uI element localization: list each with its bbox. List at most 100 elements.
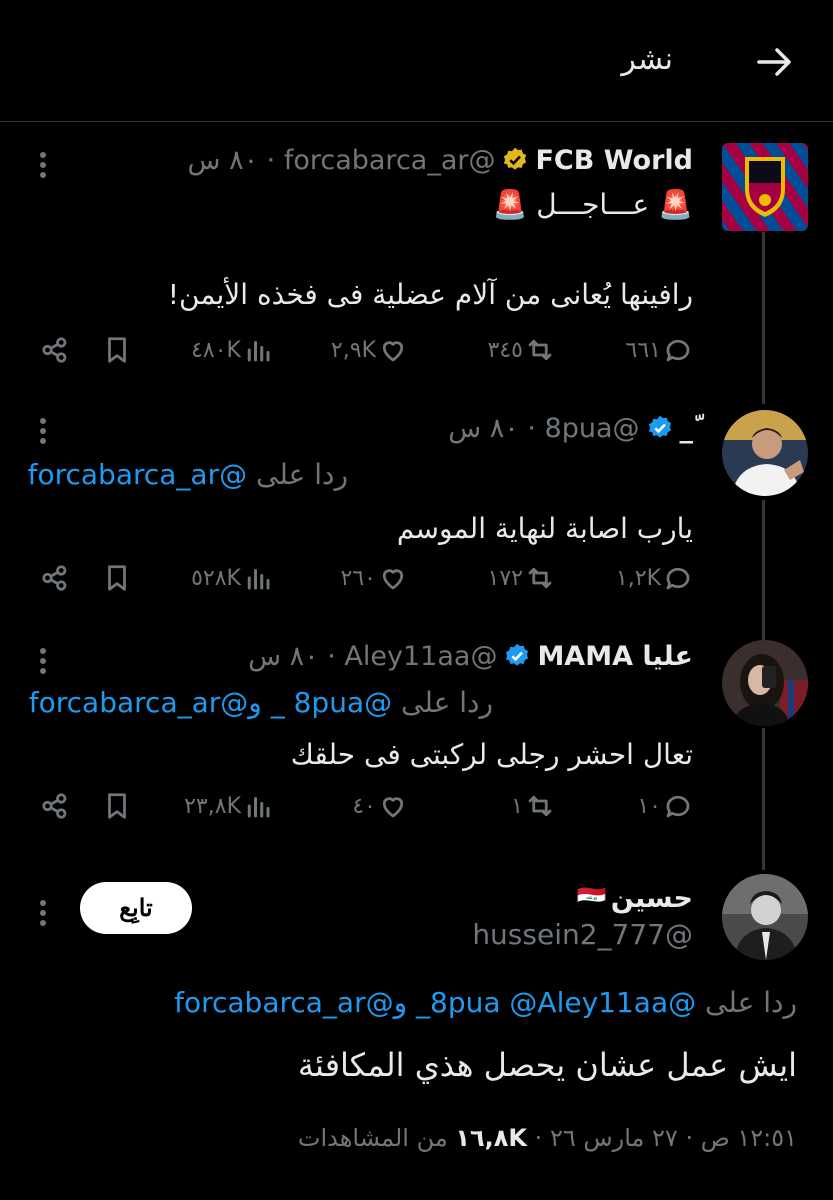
tweet-header: عليا MAMA @Aley11aa · ٨٠ س: [248, 636, 693, 676]
top-bar: نشر: [0, 0, 833, 122]
retweet-icon: [528, 795, 552, 817]
reply-mention[interactable]: @8pua @Aley11aa_ و@forcabarca_ar: [174, 986, 696, 1019]
tweet-actions: ١٠ ١ ٤٠ ٢٣,٨K: [0, 786, 833, 826]
verified-blue-icon: [648, 415, 671, 438]
replies-count: ١٠: [637, 793, 661, 819]
avatar[interactable]: [722, 874, 808, 960]
tweet-actions: ١,٢K ١٧٢ ٢٦٠ ٥٢٨K: [0, 558, 833, 598]
timestamp: · ٨٠ س: [248, 640, 345, 672]
tweet-actions: ٦٦١ ٣٤٥ ٢,٩K ٤٨٠K: [0, 330, 833, 370]
views-count: ٥٢٨K: [191, 565, 241, 591]
verified-gold-icon: [504, 147, 527, 170]
user-photo-icon: [722, 640, 808, 726]
views-button[interactable]: ٤٨٠K: [191, 330, 273, 370]
likes-count: ٢٦٠: [340, 565, 376, 591]
reply-mention[interactable]: @forcabarca_ar: [28, 458, 248, 491]
reply-button[interactable]: ٦٦١: [626, 330, 693, 370]
reply-icon: [666, 567, 690, 590]
heart-icon: [382, 341, 404, 362]
reply-icon: [666, 339, 690, 362]
more-icon[interactable]: [38, 644, 48, 678]
views-button[interactable]: ٥٢٨K: [191, 558, 273, 598]
tweet-header: ّ_ @8pua · ٨٠ س: [448, 408, 693, 448]
tweet-meta: ١٢:٥١ ص · ٢٧ مارس ٢٦ · ١٦,٨K من المشاهدا…: [298, 1124, 797, 1152]
views-chart-icon: [247, 341, 270, 362]
follow-button[interactable]: تابِع: [80, 882, 192, 934]
timestamp: · ٨٠ س: [448, 412, 545, 444]
view-count: ١٦,٨K: [455, 1124, 528, 1152]
avatar[interactable]: [722, 143, 808, 231]
views-count: ٤٨٠K: [191, 337, 241, 363]
bookmark-button[interactable]: [102, 786, 132, 826]
views-button[interactable]: ٢٣,٨K: [184, 786, 273, 826]
more-icon[interactable]: [38, 148, 48, 182]
share-icon: [42, 565, 67, 591]
retweet-button[interactable]: ٣٤٥: [488, 330, 555, 370]
reply-context: ردا على @8pua @Aley11aa_ و@forcabarca_ar: [174, 986, 797, 1019]
tweet-timestamp: ١٢:٥١ ص · ٢٧ مارس ٢٦ ·: [534, 1124, 797, 1152]
retweet-button[interactable]: ١٧٢: [488, 558, 555, 598]
retweet-icon: [528, 339, 552, 361]
reply-context: ردا على @8pua _ و@forcabarca_ar: [28, 686, 493, 719]
user-photo-icon: [722, 410, 808, 496]
share-button[interactable]: [40, 786, 70, 826]
bookmark-icon: [108, 337, 126, 363]
reply-button[interactable]: ١,٢K: [616, 558, 693, 598]
tweet-text: ايش عمل عشان يحصل هذي المكافئة: [297, 1046, 797, 1084]
views-chart-icon: [247, 797, 270, 818]
bookmark-button[interactable]: [102, 558, 132, 598]
bookmark-icon: [108, 565, 126, 591]
display-name[interactable]: FCB World: [535, 145, 693, 176]
like-button[interactable]: ٤٠: [352, 786, 408, 826]
share-button[interactable]: [40, 558, 70, 598]
retweet-icon: [528, 567, 552, 589]
share-icon: [42, 337, 67, 363]
retweets-count: ٣٤٥: [487, 337, 523, 363]
user-photo-icon: [722, 874, 808, 960]
page-title: نشر: [621, 42, 673, 77]
handle[interactable]: @Aley11aa: [344, 641, 497, 672]
thread-line: [762, 232, 765, 404]
views-chart-icon: [247, 569, 270, 590]
handle[interactable]: @8pua: [545, 413, 640, 444]
bookmark-button[interactable]: [102, 330, 132, 370]
replies-count: ٦٦١: [625, 337, 661, 363]
reply-mention[interactable]: @8pua: [294, 686, 393, 719]
back-button[interactable]: [753, 40, 797, 84]
retweet-button[interactable]: ١: [511, 786, 555, 826]
likes-count: ٢,٩K: [330, 337, 376, 363]
heart-icon: [382, 569, 404, 590]
avatar[interactable]: [722, 410, 808, 496]
view-label: من المشاهدات: [297, 1124, 448, 1152]
reply-icon: [666, 795, 690, 818]
like-button[interactable]: ٢٦٠: [341, 558, 408, 598]
avatar[interactable]: [722, 640, 808, 726]
display-name[interactable]: ّ_: [680, 413, 694, 444]
timestamp: · ٨٠ س: [187, 144, 284, 176]
author-name[interactable]: حسين 🇮🇶: [577, 880, 693, 916]
more-icon[interactable]: [38, 896, 48, 930]
iraq-flag-icon: 🇮🇶: [576, 884, 607, 912]
tweet-text: 🚨 عـــاجـــل 🚨: [492, 188, 694, 221]
like-button[interactable]: ٢,٩K: [331, 330, 408, 370]
reply-context: ردا على @forcabarca_ar: [27, 458, 348, 491]
more-icon[interactable]: [38, 414, 48, 448]
retweets-count: ١: [511, 793, 523, 819]
bookmark-icon: [108, 793, 126, 819]
display-name[interactable]: عليا MAMA: [537, 641, 693, 672]
tweet-header: FCB World @forcabarca_ar · ٨٠ س: [188, 140, 693, 180]
handle[interactable]: @forcabarca_ar: [284, 145, 496, 176]
reply-mention[interactable]: _ و@forcabarca_ar: [29, 686, 285, 719]
tweet-text: رافينها يُعانى من آلام عضلية فى فخذه الأ…: [167, 278, 693, 311]
likes-count: ٤٠: [352, 793, 376, 819]
reply-button[interactable]: ١٠: [637, 786, 693, 826]
share-icon: [42, 793, 67, 819]
views-count: ٢٣,٨K: [184, 793, 241, 819]
arrow-right-icon: [757, 48, 791, 76]
replies-count: ١,٢K: [615, 565, 661, 591]
share-button[interactable]: [40, 330, 70, 370]
fcb-logo-icon: [722, 143, 808, 231]
retweets-count: ١٧٢: [487, 565, 523, 591]
tweet-text: تعال احشر رجلى لركبتى فى حلقك: [290, 738, 693, 771]
handle[interactable]: @hussein2_777: [472, 918, 693, 951]
